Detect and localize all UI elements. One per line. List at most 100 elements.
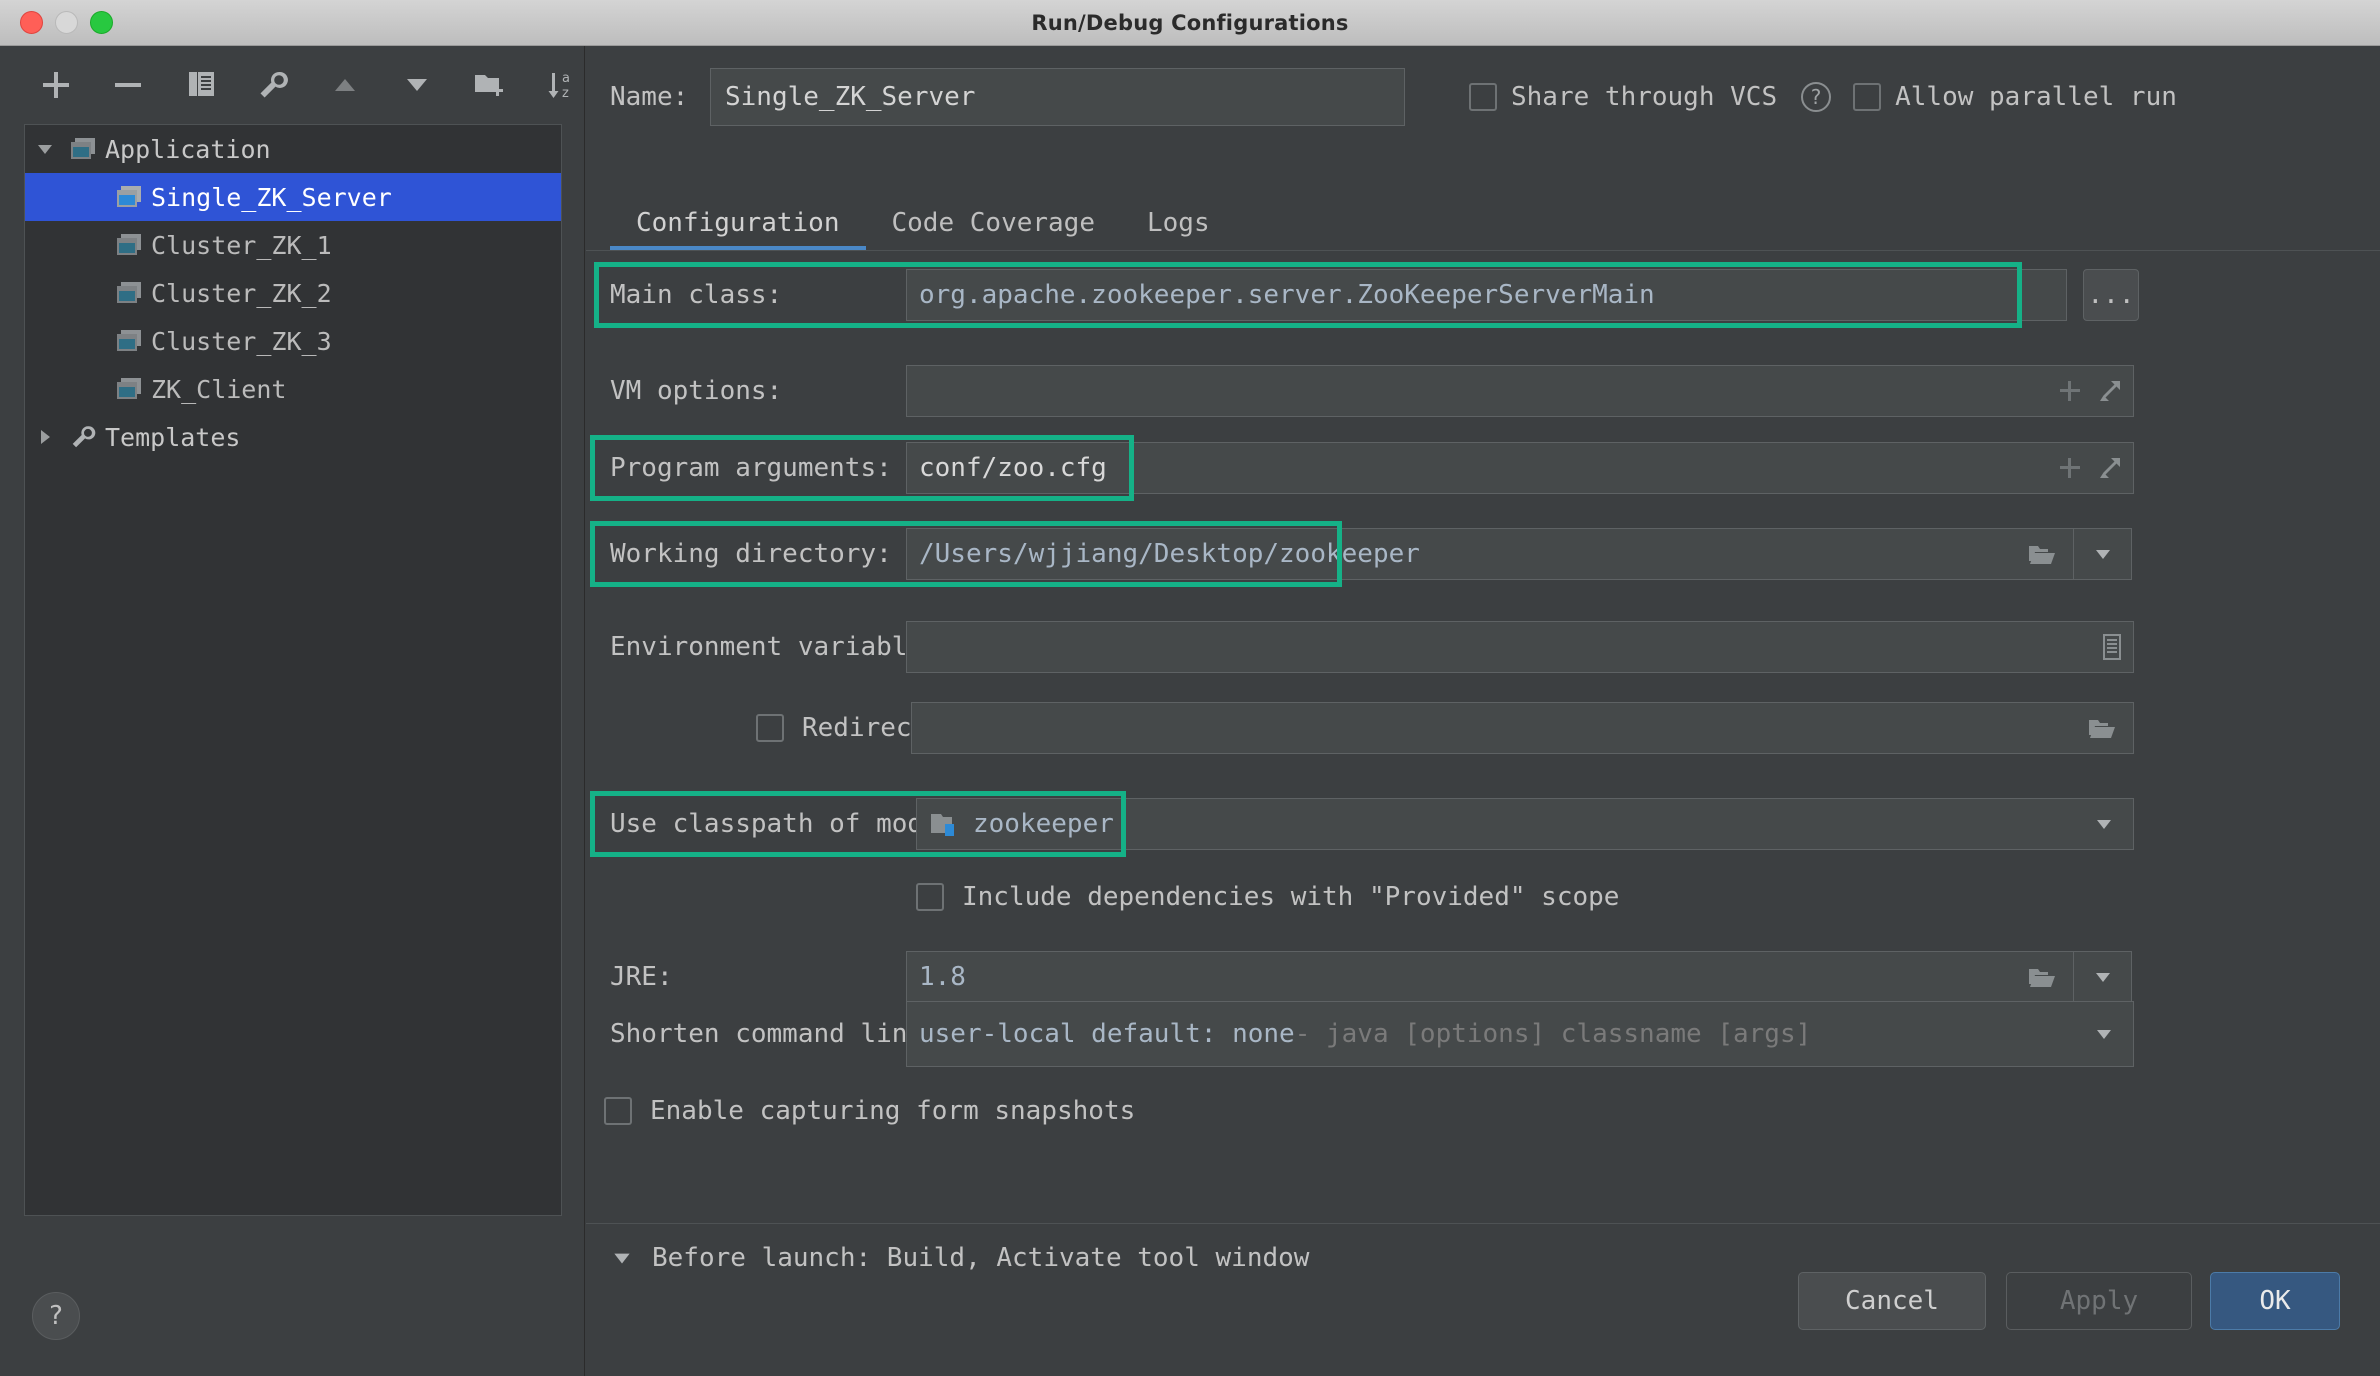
expand-twisty-icon[interactable]: [25, 138, 65, 160]
arrow-up-icon: [328, 68, 362, 102]
jre-dropdown-button[interactable]: [2074, 951, 2132, 1003]
configuration-form: Main class: org.apache.zookeeper.server.…: [586, 258, 2380, 1224]
dialog-body: a z: [0, 46, 2380, 1376]
tree-item-label: Cluster_ZK_3: [147, 327, 332, 356]
jre-input[interactable]: 1.8: [906, 951, 2074, 1003]
working-directory-value: /Users/wjjiang/Desktop/zookeeper: [919, 539, 1420, 569]
expand-icon[interactable]: [2097, 455, 2123, 481]
checkbox-box[interactable]: [1853, 83, 1881, 111]
folder-add-icon: [472, 68, 508, 102]
working-directory-label: Working directory:: [610, 539, 892, 569]
redirect-input-field[interactable]: [911, 702, 2134, 754]
configuration-editor-panel: Name: Single_ZK_Server Share through VCS…: [586, 46, 2380, 1376]
checkbox-box[interactable]: [916, 883, 944, 911]
checkbox-box[interactable]: [604, 1097, 632, 1125]
edit-templates-button[interactable]: [251, 62, 295, 108]
new-folder-button[interactable]: [468, 62, 512, 108]
program-arguments-row: Program arguments: conf/zoo.cfg: [586, 441, 2380, 495]
shorten-command-line-value: user-local default: none: [919, 1019, 1295, 1049]
folder-icon[interactable]: [2027, 541, 2057, 567]
collapse-twisty-icon[interactable]: [25, 426, 65, 448]
name-input-value: Single_ZK_Server: [725, 82, 975, 112]
folder-icon[interactable]: [2027, 964, 2057, 990]
tab-label: Code Coverage: [892, 208, 1096, 238]
window-title: Run/Debug Configurations: [0, 11, 2380, 35]
include-provided-label: Include dependencies with "Provided" sco…: [962, 882, 1619, 912]
share-help-icon[interactable]: ?: [1801, 82, 1831, 112]
cancel-button[interactable]: Cancel: [1798, 1272, 1986, 1330]
environment-variables-row: Environment variables:: [586, 620, 2380, 674]
name-row: Name: Single_ZK_Server Share through VCS…: [610, 64, 2370, 130]
allow-parallel-run-checkbox[interactable]: Allow parallel run: [1853, 82, 2177, 112]
tree-item-label: Cluster_ZK_2: [147, 279, 332, 308]
tree-item-cluster-zk-3[interactable]: Cluster_ZK_3: [25, 317, 561, 365]
help-button[interactable]: ?: [32, 1292, 80, 1340]
include-provided-checkbox[interactable]: Include dependencies with "Provided" sco…: [916, 882, 1619, 912]
move-up-button[interactable]: [323, 62, 367, 108]
tree-item-single-zk-server[interactable]: Single_ZK_Server: [25, 173, 561, 221]
working-directory-field-icons: [2027, 529, 2057, 579]
enable-capturing-checkbox[interactable]: Enable capturing form snapshots: [604, 1096, 1135, 1126]
classpath-module-value: zookeeper: [973, 809, 1114, 839]
working-directory-row: Working directory: /Users/wjjiang/Deskto…: [586, 527, 2380, 581]
vm-options-input[interactable]: [906, 365, 2134, 417]
plus-icon[interactable]: [2057, 378, 2083, 404]
main-class-browse-button[interactable]: ...: [2083, 269, 2139, 321]
jre-value: 1.8: [919, 962, 966, 992]
tree-item-zk-client[interactable]: ZK_Client: [25, 365, 561, 413]
chevron-down-icon[interactable]: [2091, 811, 2117, 837]
copy-configuration-button[interactable]: [179, 62, 223, 108]
program-arguments-input[interactable]: conf/zoo.cfg: [906, 442, 2134, 494]
expand-icon[interactable]: [2097, 378, 2123, 404]
list-edit-icon[interactable]: [2101, 633, 2123, 661]
ok-button[interactable]: OK: [2210, 1272, 2340, 1330]
question-mark-glyph: ?: [1811, 85, 1822, 109]
tabs-divider: [586, 250, 2380, 251]
remove-configuration-button[interactable]: [106, 62, 150, 108]
sort-configurations-button[interactable]: a z: [540, 62, 584, 108]
tab-label: Logs: [1147, 208, 1210, 238]
include-provided-row: Include dependencies with "Provided" sco…: [586, 870, 2380, 924]
move-down-button[interactable]: [395, 62, 439, 108]
share-through-vcs-checkbox[interactable]: Share through VCS ?: [1469, 82, 1831, 112]
working-directory-input[interactable]: /Users/wjjiang/Desktop/zookeeper: [906, 528, 2074, 580]
svg-text:z: z: [562, 86, 569, 101]
tree-item-label: ZK_Client: [147, 375, 286, 404]
apply-button[interactable]: Apply: [2006, 1272, 2192, 1330]
chevron-down-icon: [2090, 541, 2116, 567]
name-input[interactable]: Single_ZK_Server: [710, 68, 1405, 126]
tree-item-cluster-zk-2[interactable]: Cluster_ZK_2: [25, 269, 561, 317]
tab-logs[interactable]: Logs: [1121, 200, 1236, 250]
chevron-down-icon[interactable]: [2091, 1021, 2117, 1047]
run-debug-configurations-dialog: Run/Debug Configurations: [0, 0, 2380, 1376]
add-configuration-button[interactable]: [34, 62, 78, 108]
tab-configuration[interactable]: Configuration: [610, 200, 866, 250]
redirect-input-field-icons: [2087, 703, 2117, 753]
name-label: Name:: [610, 82, 710, 112]
jre-label: JRE:: [610, 962, 673, 992]
chevron-down-icon: [2090, 964, 2116, 990]
expand-twisty-icon[interactable]: [610, 1246, 634, 1270]
shorten-command-line-combo[interactable]: user-local default: none - java [options…: [906, 1001, 2134, 1067]
plus-icon[interactable]: [2057, 455, 2083, 481]
checkbox-box[interactable]: [1469, 83, 1497, 111]
main-class-input[interactable]: org.apache.zookeeper.server.ZooKeeperSer…: [906, 269, 2067, 321]
configurations-tree[interactable]: Application Single_ZK_Server: [24, 124, 562, 1216]
folder-icon[interactable]: [2087, 715, 2117, 741]
tree-item-templates[interactable]: Templates: [25, 413, 561, 461]
jre-row: JRE: 1.8: [586, 950, 2380, 1004]
classpath-module-combo[interactable]: zookeeper: [916, 798, 2134, 850]
checkbox-box[interactable]: [756, 714, 784, 742]
environment-variables-input[interactable]: [906, 621, 2134, 673]
shorten-command-line-field-icons: [2091, 1002, 2117, 1066]
tree-item-application[interactable]: Application: [25, 125, 561, 173]
working-directory-dropdown-button[interactable]: [2074, 528, 2132, 580]
shorten-command-line-hint: - java [options] classname [args]: [1295, 1019, 1812, 1049]
main-class-row: Main class: org.apache.zookeeper.server.…: [586, 268, 2380, 322]
program-arguments-label: Program arguments:: [610, 453, 892, 483]
tree-item-cluster-zk-1[interactable]: Cluster_ZK_1: [25, 221, 561, 269]
ellipsis-icon: ...: [2088, 280, 2135, 310]
cancel-button-label: Cancel: [1845, 1286, 1939, 1316]
tab-code-coverage[interactable]: Code Coverage: [866, 200, 1122, 250]
program-arguments-value: conf/zoo.cfg: [919, 453, 1107, 483]
